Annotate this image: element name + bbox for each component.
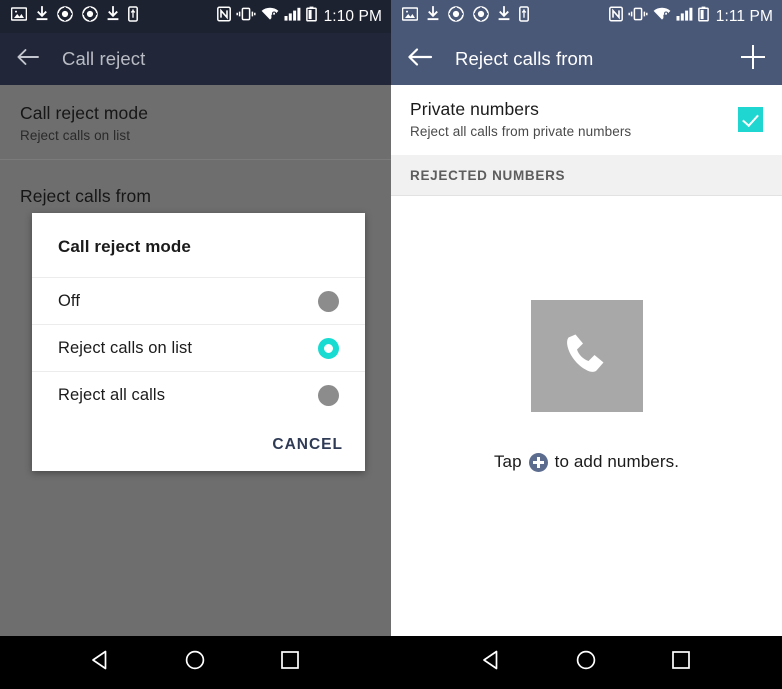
settings-list: Call reject mode Reject calls on list Re… <box>0 85 391 231</box>
dialog-option-reject-calls-on-list[interactable]: Reject calls on list <box>32 324 365 371</box>
setting-title: Call reject mode <box>20 103 149 123</box>
private-numbers-subtitle: Reject all calls from private numbers <box>410 124 632 139</box>
page-title: Call reject <box>62 48 146 69</box>
nav-bar-spacer <box>0 627 391 636</box>
status-bar-clock: 1:10 PM <box>323 7 382 25</box>
private-numbers-text: Private numbers Reject all calls from pr… <box>410 99 631 139</box>
dialog-actions: CANCEL <box>32 418 365 471</box>
plus-badge-icon <box>528 452 548 472</box>
radio-selected-icon[interactable] <box>318 337 339 359</box>
nav-recents-icon[interactable] <box>277 647 303 678</box>
right-phone-screen: 1:11 PM Reject calls from Private number… <box>391 0 782 689</box>
nav-recents-icon[interactable] <box>668 647 694 678</box>
dialog-option-reject-all-calls[interactable]: Reject all calls <box>32 371 365 418</box>
left-phone-screen: 1:10 PM Call reject Call reject mode Rej… <box>0 0 391 689</box>
signal-icon <box>676 6 693 27</box>
nav-home-icon[interactable] <box>182 647 208 678</box>
dialog-option-label: Off <box>58 291 81 310</box>
status-bar-left-icons <box>10 6 138 27</box>
system-nav-bar <box>0 636 391 689</box>
download-icon <box>427 6 439 27</box>
image-icon <box>401 6 419 27</box>
empty-state-text: Tap to add numbers. <box>494 452 679 472</box>
status-bar-clock: 1:11 PM <box>715 7 773 25</box>
call-reject-mode-dialog: Call reject mode Off Reject calls on lis… <box>32 213 365 471</box>
capture-icon <box>82 6 98 27</box>
app-bar: Reject calls from <box>391 33 782 85</box>
rejected-numbers-section-header: REJECTED NUMBERS <box>391 155 782 196</box>
status-bar: 1:11 PM <box>391 0 782 33</box>
empty-state: Tap to add numbers. <box>391 300 782 472</box>
page-title: Reject calls from <box>455 48 594 69</box>
nav-home-icon[interactable] <box>573 647 599 678</box>
nav-back-icon[interactable] <box>479 647 505 678</box>
back-arrow-icon[interactable] <box>16 47 40 72</box>
capture-icon <box>57 6 73 27</box>
battery-icon <box>697 6 709 27</box>
system-nav-bar <box>391 636 782 689</box>
status-bar-right-icons: 1:10 PM <box>216 6 382 27</box>
setting-row-call-reject-mode[interactable]: Call reject mode Reject calls on list <box>0 85 391 159</box>
radio-unselected-icon[interactable] <box>318 290 339 312</box>
image-icon <box>10 6 28 27</box>
setting-title: Reject calls from <box>20 186 152 206</box>
empty-state-text-after: to add numbers. <box>554 452 680 471</box>
status-bar: 1:10 PM <box>0 0 391 33</box>
dialog-title: Call reject mode <box>58 237 191 256</box>
back-arrow-icon[interactable] <box>407 46 433 73</box>
nfc-icon <box>216 6 231 27</box>
dialog-option-label: Reject all calls <box>58 385 166 404</box>
usb-icon <box>128 6 138 27</box>
usb-icon <box>519 6 529 27</box>
nfc-icon <box>608 6 623 27</box>
battery-icon <box>305 6 317 27</box>
signal-icon <box>284 6 301 27</box>
dual-screenshot: 1:10 PM Call reject Call reject mode Rej… <box>0 0 782 689</box>
wifi-secure-icon <box>653 6 671 27</box>
setting-subtitle: Reject calls on list <box>20 128 131 143</box>
wifi-secure-icon <box>261 6 279 27</box>
download-icon <box>36 6 48 27</box>
private-numbers-row[interactable]: Private numbers Reject all calls from pr… <box>391 85 782 155</box>
vibrate-icon <box>628 6 648 27</box>
private-numbers-checkbox[interactable] <box>738 106 763 132</box>
radio-unselected-icon[interactable] <box>318 384 339 406</box>
vibrate-icon <box>236 6 256 27</box>
capture-icon <box>473 6 489 27</box>
empty-state-text-before: Tap <box>493 452 522 471</box>
cancel-button[interactable]: CANCEL <box>272 436 343 454</box>
private-numbers-title: Private numbers <box>410 99 539 119</box>
add-number-icon[interactable] <box>738 42 768 77</box>
status-bar-right-icons: 1:11 PM <box>608 6 773 27</box>
status-bar-left-icons <box>401 6 529 27</box>
app-bar: Call reject <box>0 33 391 85</box>
dialog-option-off[interactable]: Off <box>32 277 365 324</box>
capture-icon <box>448 6 464 27</box>
dialog-option-label: Reject calls on list <box>58 338 193 357</box>
download-icon <box>107 6 119 27</box>
phone-icon <box>530 300 643 412</box>
nav-back-icon[interactable] <box>88 647 114 678</box>
download-icon <box>498 6 510 27</box>
